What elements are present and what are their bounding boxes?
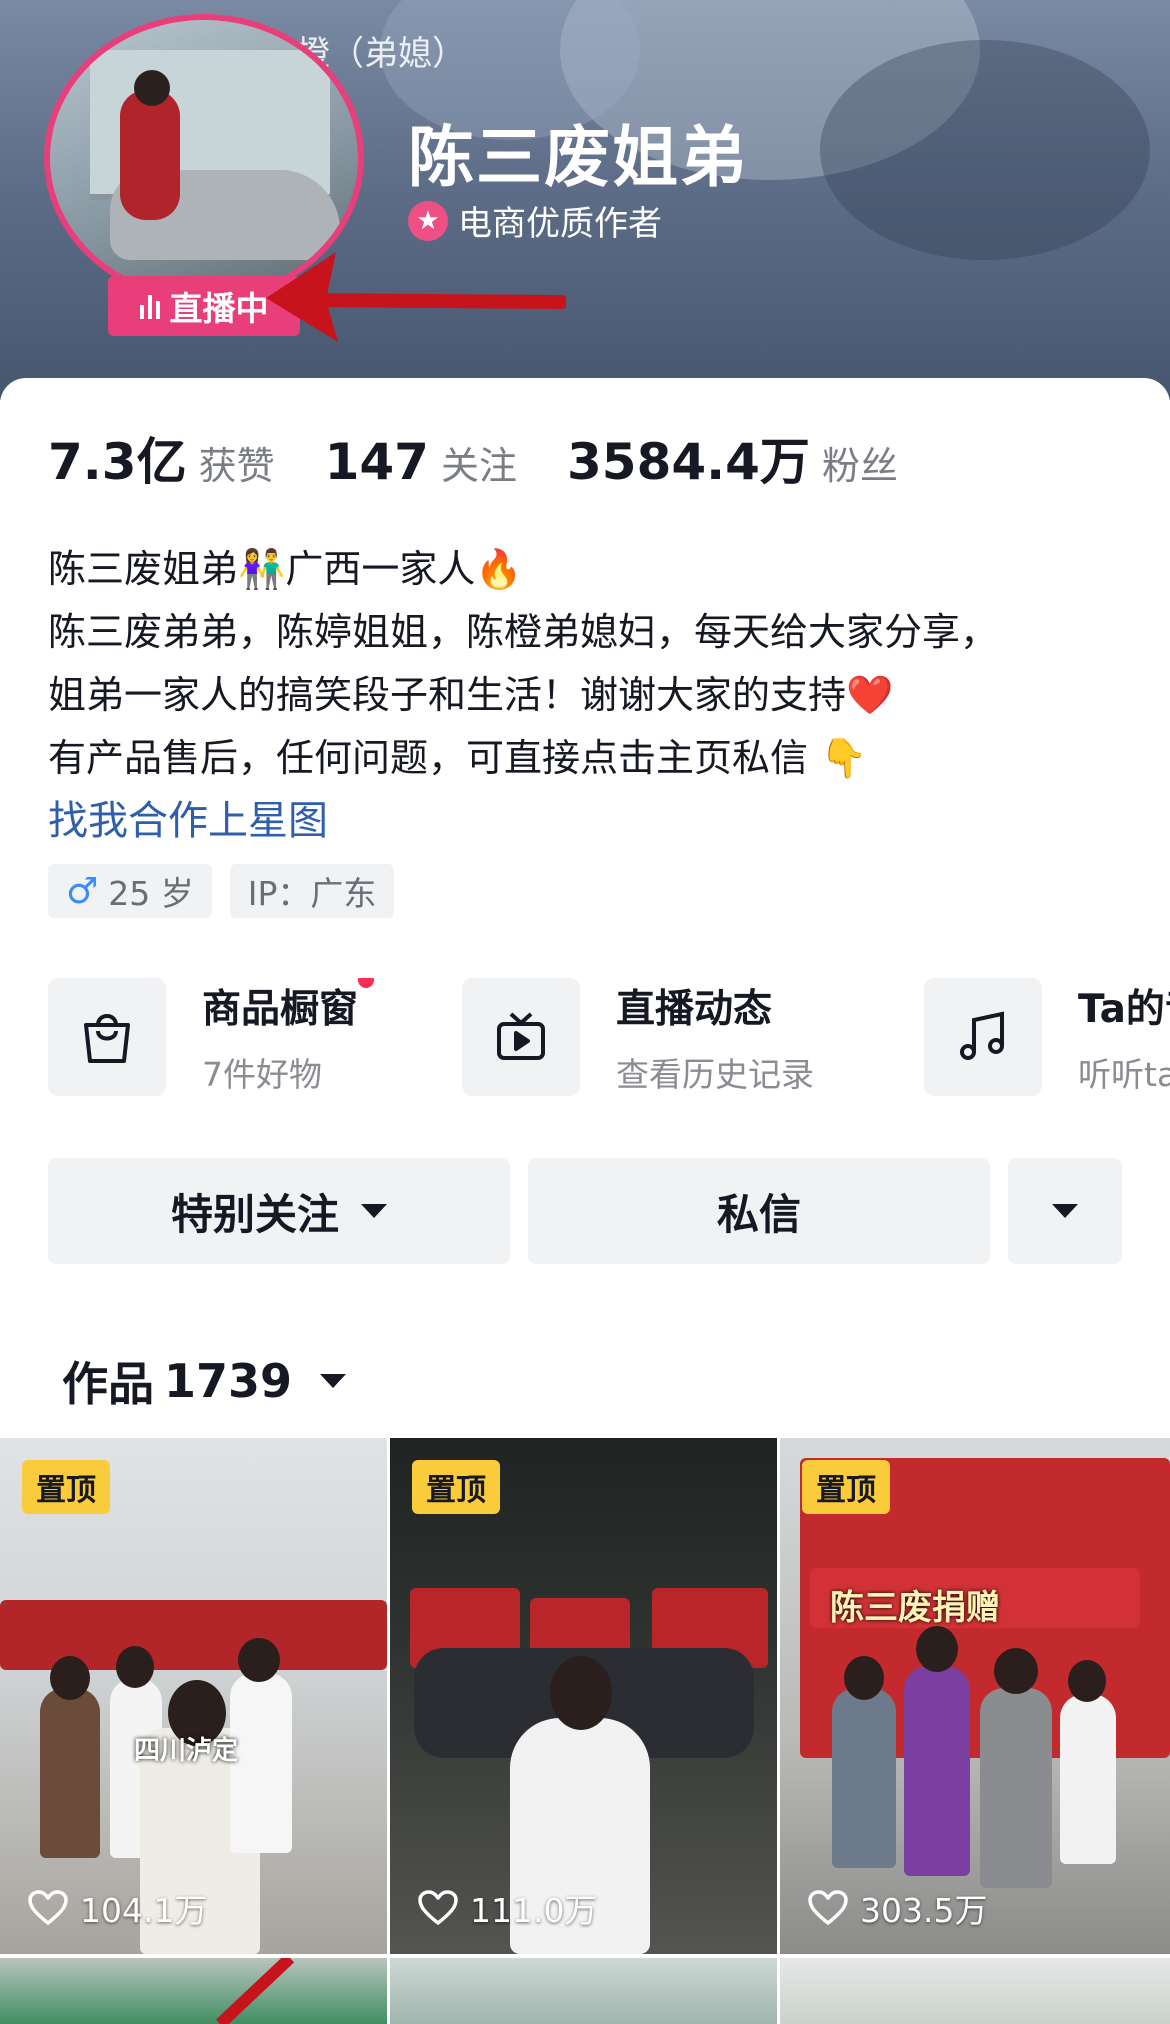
- profile-tags: ♂ 25 岁 IP：广东: [48, 864, 395, 918]
- video-likes: 104.1万: [28, 1884, 207, 1932]
- male-icon: ♂: [66, 870, 99, 912]
- age-tag: ♂ 25 岁: [48, 864, 212, 918]
- special-follow-button[interactable]: 特别关注: [48, 1158, 510, 1264]
- header-background-shape: [820, 40, 1150, 260]
- heart-icon: [418, 1890, 458, 1925]
- feature-live-history[interactable]: 直播动态 查看历史记录: [462, 978, 814, 1096]
- works-label: 作品: [62, 1357, 154, 1411]
- special-follow-label: 特别关注: [170, 1189, 339, 1239]
- feature-row: 商品橱窗 7件好物 直播动态 查看历史记录 Ta的 听听ta: [48, 978, 1170, 1098]
- certification-badge[interactable]: ★ 电商优质作者: [408, 196, 662, 245]
- tv-play-icon: [462, 978, 580, 1096]
- heart-icon: [808, 1890, 848, 1925]
- caret-down-icon: [320, 1374, 347, 1388]
- shopping-bag-icon: [48, 978, 166, 1096]
- caret-down-icon: [1052, 1204, 1078, 1218]
- pinned-badge: 置顶: [802, 1460, 890, 1514]
- profile-name: 陈三废姐弟: [408, 119, 748, 196]
- caret-down-icon: [361, 1204, 387, 1218]
- music-note-icon: [924, 978, 1042, 1096]
- video-thumbnail[interactable]: [0, 1958, 387, 2024]
- likes-count: 303.5万: [860, 1891, 988, 1930]
- action-buttons: 特别关注 私信: [48, 1158, 1122, 1264]
- heart-icon: [28, 1890, 68, 1925]
- stat-following[interactable]: 147 关注: [325, 433, 517, 491]
- bio-line: 陈三废弟弟，陈婷姐姐，陈橙弟媳妇，每天给大家分享，: [48, 610, 999, 654]
- video-grid: 四川泸定 置顶 104.1万 置顶 111.0万 陈三废捐赠 置顶 303.5万: [0, 1438, 1170, 2024]
- stat-likes[interactable]: 7.3亿 获赞: [48, 422, 275, 494]
- ip-label: IP：广东: [247, 874, 377, 913]
- video-thumbnail[interactable]: 陈三废捐赠 置顶 303.5万: [780, 1438, 1170, 1954]
- stat-value: 7.3亿: [48, 433, 187, 491]
- likes-count: 104.1万: [80, 1891, 208, 1930]
- feature-title: Ta的音乐: [1078, 987, 1170, 1032]
- cooperation-link[interactable]: 找我合作上星图: [48, 788, 328, 846]
- video-caption: 陈三废捐赠: [830, 1588, 1000, 1628]
- avatar-person: [120, 90, 180, 220]
- feature-title: 直播动态: [616, 987, 773, 1032]
- live-badge-label: 直播中: [169, 289, 269, 328]
- profile-header: 陈橙（弟媳） 直播中 陈三废姐弟 ★ 电商优质作者: [0, 0, 1170, 400]
- pinned-badge: 置顶: [22, 1460, 110, 1514]
- stat-label: 粉丝: [821, 444, 898, 488]
- feature-subtitle: 听听ta喜欢的: [1078, 1055, 1170, 1094]
- ip-tag: IP：广东: [229, 864, 395, 918]
- video-thumbnail[interactable]: [390, 1958, 777, 2024]
- bio: 陈三废姐弟👫广西一家人🔥 陈三废弟弟，陈婷姐姐，陈橙弟媳妇，每天给大家分享， 姐…: [48, 538, 1128, 790]
- notification-dot: [358, 978, 375, 988]
- feature-title: 商品橱窗: [202, 987, 359, 1032]
- red-arrow-annotation: [266, 252, 566, 342]
- stat-value: 3584.4万: [566, 433, 810, 491]
- bio-line: 姐弟一家人的搞笑段子和生活！谢谢大家的支持❤️: [48, 673, 894, 717]
- works-tab[interactable]: 作品 1739: [62, 1348, 347, 1414]
- video-thumbnail[interactable]: 置顶 111.0万: [390, 1438, 777, 1954]
- stats-row: 7.3亿 获赞 147 关注 3584.4万 粉丝: [48, 422, 948, 494]
- works-count: 1739: [164, 1354, 293, 1408]
- age-label: 25 岁: [108, 874, 194, 913]
- video-likes: 303.5万: [808, 1884, 987, 1932]
- pinned-badge: 置顶: [412, 1460, 500, 1514]
- message-label: 私信: [716, 1189, 801, 1239]
- star-badge-icon: ★: [408, 200, 448, 241]
- feature-subtitle: 7件好物: [202, 1055, 322, 1094]
- feature-subtitle: 查看历史记录: [616, 1055, 814, 1094]
- bio-line: 陈三废姐弟👫广西一家人🔥: [48, 547, 523, 591]
- stat-label: 关注: [440, 444, 517, 488]
- likes-count: 111.0万: [470, 1891, 598, 1930]
- profile-card: 7.3亿 获赞 147 关注 3584.4万 粉丝 陈三废姐弟👫广西一家人🔥 陈…: [0, 378, 1170, 1438]
- bio-line: 有产品售后，任何问题，可直接点击主页私信 👇: [48, 736, 868, 780]
- video-caption: 四川泸定: [134, 1736, 239, 1766]
- feature-shop-window[interactable]: 商品橱窗 7件好物: [48, 978, 375, 1096]
- video-likes: 111.0万: [418, 1884, 597, 1932]
- video-thumbnail[interactable]: 四川泸定 置顶 104.1万: [0, 1438, 387, 1954]
- avatar-person-head: [134, 70, 170, 106]
- message-button[interactable]: 私信: [528, 1158, 990, 1264]
- video-thumbnail[interactable]: [780, 1958, 1170, 2024]
- stat-label: 获赞: [198, 444, 275, 488]
- red-arrow-annotation: [215, 1958, 295, 2024]
- live-bars-icon: [139, 293, 160, 319]
- stat-value: 147: [324, 433, 429, 491]
- feature-music[interactable]: Ta的音乐 听听ta喜欢的: [924, 978, 1170, 1096]
- certification-label: 电商优质作者: [458, 204, 662, 244]
- stat-followers[interactable]: 3584.4万 粉丝: [567, 422, 898, 494]
- more-options-button[interactable]: [1008, 1158, 1122, 1264]
